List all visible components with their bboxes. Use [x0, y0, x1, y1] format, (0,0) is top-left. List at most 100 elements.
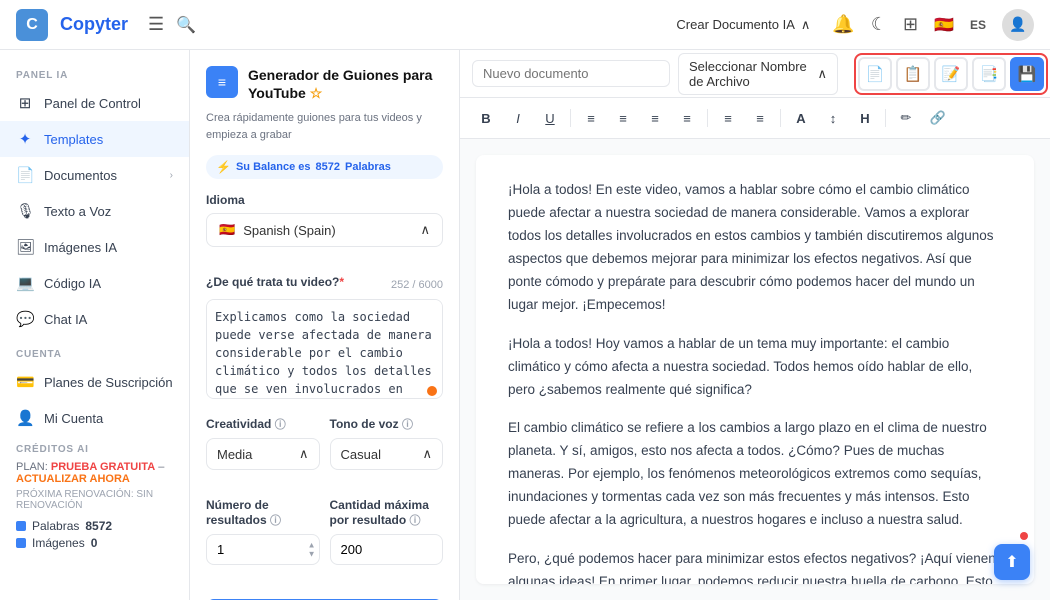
creatividad-field: Creatividad ⓘ Media ∧ [206, 416, 320, 470]
image-icon: 🖼 [16, 238, 34, 256]
panel-ia-label: PANEL IA [0, 58, 189, 85]
user-icon: 👤 [16, 409, 34, 427]
creatividad-select[interactable]: Media ∧ [206, 438, 320, 470]
dark-mode-icon[interactable]: ☾ [871, 14, 887, 35]
creatividad-info-icon[interactable]: ⓘ [275, 419, 286, 431]
mic-icon: 🎙 [16, 202, 34, 220]
toolbar-link[interactable]: 🔗 [924, 104, 952, 132]
toolbar-italic[interactable]: I [504, 104, 532, 132]
toolbar-divider-1 [570, 109, 571, 127]
cantidad-label: Cantidad máxima por resultado ⓘ [330, 498, 444, 528]
para-4: Pero, ¿qué podemos hacer para minimizar … [508, 548, 1002, 584]
toolbar-heading[interactable]: H [851, 104, 879, 132]
toolbar-font-size[interactable]: ↕ [819, 104, 847, 132]
language-select[interactable]: 🇪🇸 Spanish (Spain) ∧ [206, 213, 443, 247]
sidebar-item-mi-cuenta[interactable]: 👤 Mi Cuenta [0, 400, 189, 436]
toolbar-font[interactable]: A [787, 104, 815, 132]
billing-icon: 💳 [16, 373, 34, 391]
editor-toolbar: B I U ≡ ≡ ≡ ≡ ≡ ≡ A ↕ H ✏ 🔗 [460, 98, 1050, 139]
editor-content[interactable]: ¡Hola a todos! En este video, vamos a ha… [476, 155, 1034, 584]
tono-select[interactable]: Casual ∧ [330, 438, 444, 470]
sidebar-item-panel-control[interactable]: ⊞ Panel de Control [0, 85, 189, 121]
doc-name-input[interactable] [472, 60, 670, 87]
sidebar-item-imagenes-ia[interactable]: 🖼 Imágenes IA [0, 229, 189, 265]
template-desc: Crea rápidamente guiones para tus videos… [206, 110, 443, 143]
trata-textarea[interactable]: Explicamos como la sociedad puede verse … [206, 299, 443, 399]
cantidad-input[interactable] [330, 534, 444, 565]
menu-icon[interactable]: ☰ [148, 14, 164, 35]
toolbar-align-center[interactable]: ≡ [609, 104, 637, 132]
action-doc-icon-1[interactable]: 📄 [858, 57, 892, 91]
plan-update-link[interactable]: ACTUALIZAR AHORA [16, 473, 130, 485]
templates-icon: ✦ [16, 130, 34, 148]
scroll-top-btn[interactable]: ⬆ [994, 544, 1030, 580]
creatividad-label: Creatividad ⓘ [206, 416, 320, 432]
sidebar-item-templates[interactable]: ✦ Templates [0, 121, 189, 157]
toolbar-justify[interactable]: ≡ [673, 104, 701, 132]
tono-info-icon[interactable]: ⓘ [402, 419, 413, 431]
creditos-label: CRÉDITOS AI [16, 444, 173, 455]
cantidad-field: Cantidad máxima por resultado ⓘ [330, 498, 444, 565]
num-info-icon[interactable]: ⓘ [270, 515, 281, 527]
toolbar-underline[interactable]: U [536, 104, 564, 132]
center-panel: ≡ Generador de Guiones para YouTube ☆ Cr… [190, 50, 460, 600]
sidebar-item-documentos[interactable]: 📄 Documentos › [0, 157, 189, 193]
select-name-area[interactable]: Seleccionar Nombre de Archivo ∧ [678, 53, 838, 95]
expand-icon[interactable]: ⊞ [903, 14, 918, 35]
balance-badge: ⚡ Su Balance es 8572 Palabras [206, 155, 443, 179]
plan-row: PLAN: PRUEBA GRATUITA – ACTUALIZAR AHORA [16, 461, 173, 485]
num-up-arrow[interactable]: ▲ [308, 541, 316, 549]
action-doc-icon-4[interactable]: 📑 [972, 57, 1006, 91]
action-doc-icon-2[interactable]: 📋 [896, 57, 930, 91]
logo-icon: C [16, 9, 48, 41]
num-down-arrow[interactable]: ▼ [308, 550, 316, 558]
palabras-dot [16, 521, 26, 531]
toolbar-brush[interactable]: ✏ [892, 104, 920, 132]
template-star[interactable]: ☆ [310, 85, 323, 101]
imagenes-dot [16, 538, 26, 548]
cantidad-info-icon[interactable]: ⓘ [410, 515, 421, 527]
editor-topbar: Seleccionar Nombre de Archivo ∧ 📄 📋 📝 📑 … [460, 50, 1050, 98]
balance-icon: ⚡ [216, 160, 231, 174]
trata-field: ¿De qué trata tu video?* 252 / 6000 Expl… [206, 275, 443, 402]
credits-section: CRÉDITOS AI PLAN: PRUEBA GRATUITA – ACTU… [0, 436, 189, 561]
tono-label: Tono de voz ⓘ [330, 416, 444, 432]
search-icon[interactable]: 🔍 [176, 15, 196, 35]
notifications-icon[interactable]: 🔔 [832, 14, 854, 35]
toolbar-align-left[interactable]: ≡ [577, 104, 605, 132]
palabras-credit: Palabras 8572 [16, 519, 173, 533]
sidebar-item-texto-voz[interactable]: 🎙 Texto a Voz [0, 193, 189, 229]
sidebar-item-codigo-ia[interactable]: 💻 Código IA [0, 265, 189, 301]
para-3: El cambio climático se refiere a los cam… [508, 417, 1002, 532]
action-doc-icon-3[interactable]: 📝 [934, 57, 968, 91]
documents-icon: 📄 [16, 166, 34, 184]
chat-icon: 💬 [16, 310, 34, 328]
num-resultados-field: Número de resultados ⓘ ▲ ▼ [206, 498, 320, 565]
trata-label: ¿De qué trata tu video?* [206, 275, 344, 289]
avatar[interactable]: 👤 [1002, 9, 1034, 41]
imagenes-credit: Imágenes 0 [16, 536, 173, 550]
action-save-icon[interactable]: 💾 [1010, 57, 1044, 91]
toolbar-ul[interactable]: ≡ [746, 104, 774, 132]
num-cantidad-row: Número de resultados ⓘ ▲ ▼ Cantidad máxi… [206, 498, 443, 579]
num-resultados-label: Número de resultados ⓘ [206, 498, 320, 528]
creatividad-tono-row: Creatividad ⓘ Media ∧ Tono de voz ⓘ Casu… [206, 416, 443, 484]
toolbar-divider-3 [780, 109, 781, 127]
nav-icons-right: 🔔 ☾ ⊞ 🇪🇸 ES 👤 [832, 9, 1034, 41]
flag-icon: 🇪🇸 [934, 15, 954, 35]
plan-name-link[interactable]: PRUEBA GRATUITA [51, 461, 155, 473]
tono-field: Tono de voz ⓘ Casual ∧ [330, 416, 444, 470]
para-2: ¡Hola a todos! Hoy vamos a hablar de un … [508, 333, 1002, 402]
renovacion-row: PRÓXIMA RENOVACIÓN: SIN RENOVACIÓN [16, 489, 173, 511]
sidebar-item-planes[interactable]: 💳 Planes de Suscripción [0, 364, 189, 400]
red-dot [1020, 532, 1028, 540]
editor-panel: Seleccionar Nombre de Archivo ∧ 📄 📋 📝 📑 … [460, 50, 1050, 600]
topnav: C Copyter ☰ 🔍 Crear Documento IA ∧ 🔔 ☾ ⊞… [0, 0, 1050, 50]
crear-documento-btn[interactable]: Crear Documento IA ∧ [666, 13, 820, 37]
idioma-label: Idioma [206, 193, 443, 207]
toolbar-align-right[interactable]: ≡ [641, 104, 669, 132]
toolbar-bold[interactable]: B [472, 104, 500, 132]
num-resultados-input[interactable] [206, 534, 320, 565]
sidebar-item-chat-ia[interactable]: 💬 Chat IA [0, 301, 189, 337]
toolbar-ol[interactable]: ≡ [714, 104, 742, 132]
